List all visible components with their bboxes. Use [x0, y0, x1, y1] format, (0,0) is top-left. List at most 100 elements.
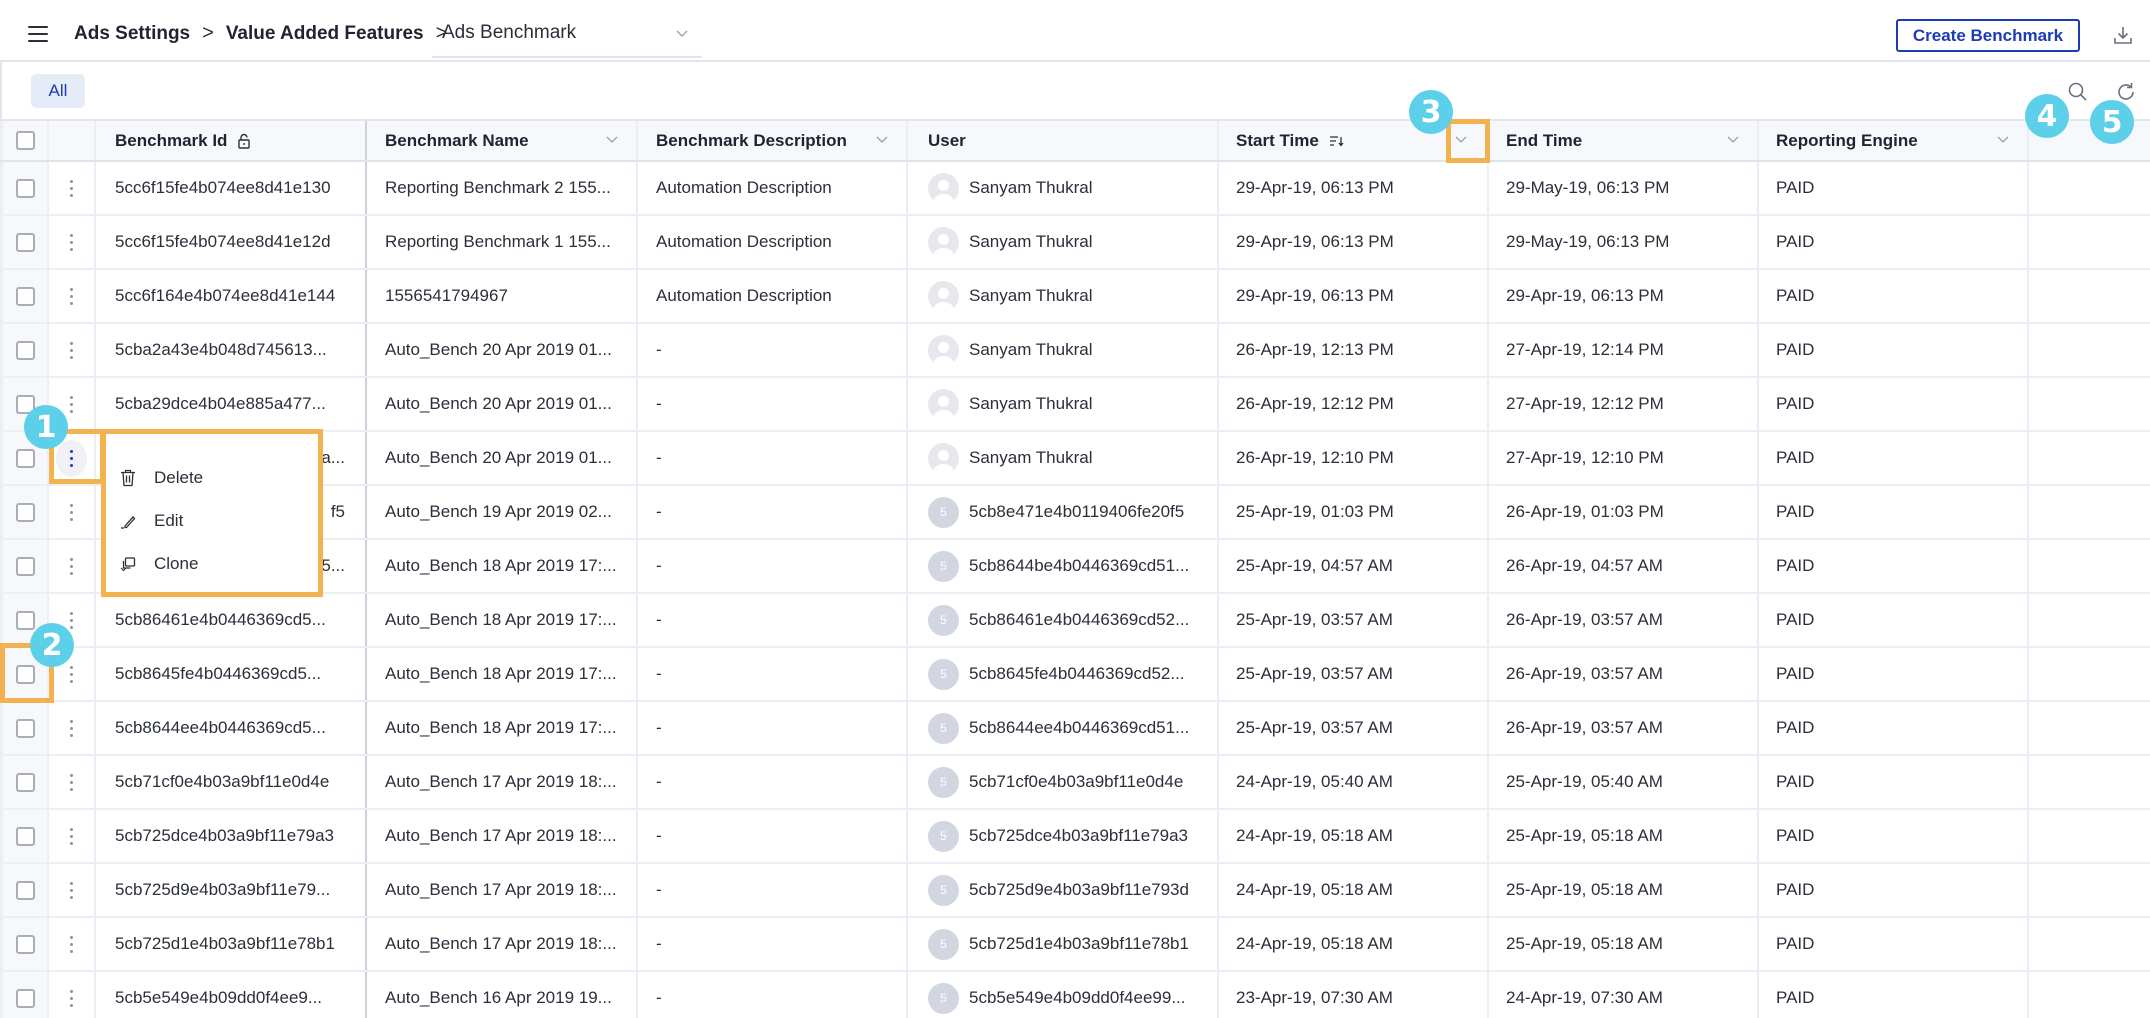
row-checkbox[interactable]	[15, 340, 35, 360]
menu-item-edit[interactable]: Edit	[106, 499, 318, 542]
row-actions-cell	[49, 972, 96, 1018]
filter-chip-all[interactable]: All	[31, 74, 85, 108]
chevron-down-icon[interactable]	[606, 136, 618, 144]
cell-benchmark-id[interactable]: 5cb86461e4b0446369cd5...	[96, 594, 367, 646]
cell-user: 5 5cb5e549e4b09dd0f4ee99...	[908, 972, 1219, 1018]
chevron-down-icon[interactable]	[1997, 136, 2009, 144]
annotation-badge-2: 2	[30, 623, 74, 667]
more-options-icon[interactable]	[62, 660, 81, 689]
row-checkbox[interactable]	[15, 232, 35, 252]
more-options-icon[interactable]	[56, 439, 87, 477]
table-row[interactable]: 5cb86461e4b0446369cd5... Auto_Bench 18 Ap…	[0, 594, 2150, 648]
column-header-benchmark-id[interactable]: Benchmark Id	[96, 121, 367, 160]
table-row[interactable]: 5cc6f15fe4b074ee8d41e12d Reporting Benchm…	[0, 216, 2150, 270]
more-options-icon[interactable]	[62, 552, 81, 581]
row-checkbox[interactable]	[15, 664, 35, 684]
cell-benchmark-id[interactable]: 5cb725d9e4b03a9bf11e79...	[96, 864, 367, 916]
cell-benchmark-id[interactable]: 5cb8644ee4b0446369cd5...	[96, 702, 367, 754]
user-initial-avatar: 5	[928, 874, 959, 906]
header-actions-cell	[49, 121, 96, 160]
row-checkbox[interactable]	[15, 556, 35, 576]
more-options-icon[interactable]	[62, 174, 81, 203]
row-checkbox[interactable]	[15, 286, 35, 306]
cell-benchmark-id[interactable]: 5cb725d1e4b03a9bf11e78b1	[96, 918, 367, 970]
more-options-icon[interactable]	[62, 876, 81, 905]
column-header-end-time[interactable]: End Time	[1489, 121, 1759, 160]
breadcrumb-ads-settings[interactable]: Ads Settings	[74, 23, 190, 45]
table-row[interactable]: 5cb5e549e4b09dd0f4ee9... Auto_Bench 16 Ap…	[0, 972, 2150, 1018]
cell-benchmark-id[interactable]: 5cba29dce4b04e885a477...	[96, 378, 367, 430]
table-row[interactable]: 5cba29dce4b04e885a477... Auto_Bench 20 Ap…	[0, 378, 2150, 432]
cell-reporting-engine: PAID	[1759, 864, 2029, 916]
more-options-icon[interactable]	[62, 714, 81, 743]
cell-reporting-engine: PAID	[1759, 972, 2029, 1018]
select-all-checkbox[interactable]	[15, 131, 35, 150]
row-checkbox[interactable]	[15, 502, 35, 522]
more-options-icon[interactable]	[62, 822, 81, 851]
hamburger-icon[interactable]	[28, 26, 48, 42]
row-checkbox[interactable]	[15, 178, 35, 198]
row-checkbox[interactable]	[15, 988, 35, 1008]
table-row[interactable]: f5 Auto_Bench 19 Apr 2019 02... -5 5cb8e471…	[0, 486, 2150, 540]
row-checkbox[interactable]	[15, 880, 35, 900]
row-checkbox[interactable]	[15, 610, 35, 630]
more-options-icon[interactable]	[62, 282, 81, 311]
table-row[interactable]: 5... Auto_Bench 18 Apr 2019 17:... -5 5cb86…	[0, 540, 2150, 594]
more-options-icon[interactable]	[62, 498, 81, 527]
row-checkbox-cell	[0, 756, 49, 808]
download-icon[interactable]	[2112, 24, 2134, 46]
column-header-user[interactable]: User	[908, 121, 1219, 160]
menu-item-clone[interactable]: Clone	[106, 542, 318, 585]
more-options-icon[interactable]	[62, 768, 81, 797]
row-checkbox-cell	[0, 540, 49, 592]
table-row[interactable]: 5cb8644ee4b0446369cd5... Auto_Bench 18 Ap…	[0, 702, 2150, 756]
cell-benchmark-id[interactable]: 5cb5e549e4b09dd0f4ee9...	[96, 972, 367, 1018]
cell-benchmark-description: -	[638, 918, 908, 970]
more-options-icon[interactable]	[62, 930, 81, 959]
table-row[interactable]: 5cc6f164e4b074ee8d41e144 1556541794967 Aut…	[0, 270, 2150, 324]
more-options-icon[interactable]	[62, 228, 81, 257]
more-options-icon[interactable]	[62, 336, 81, 365]
column-header-start-time[interactable]: Start Time	[1219, 121, 1489, 160]
table-row[interactable]: 5cb8645fe4b0446369cd5... Auto_Bench 18 Ap…	[0, 648, 2150, 702]
cell-benchmark-id[interactable]: 5cc6f15fe4b074ee8d41e130	[96, 162, 367, 214]
column-header-reporting-engine[interactable]: Reporting Engine	[1759, 121, 2029, 160]
cell-start-time: 24-Apr-19, 05:18 AM	[1219, 810, 1489, 862]
sort-descending-icon[interactable]	[1329, 135, 1345, 147]
column-header-benchmark-name[interactable]: Benchmark Name	[367, 121, 638, 160]
row-actions-cell	[49, 918, 96, 970]
table-row[interactable]: 5cb725d1e4b03a9bf11e78b1 Auto_Bench 17 Ap…	[0, 918, 2150, 972]
cell-benchmark-id[interactable]: 5cb725dce4b03a9bf11e79a3	[96, 810, 367, 862]
cell-benchmark-id[interactable]: 5cb8645fe4b0446369cd5...	[96, 648, 367, 700]
row-checkbox[interactable]	[15, 826, 35, 846]
column-header-benchmark-description[interactable]: Benchmark Description	[638, 121, 908, 160]
more-options-icon[interactable]	[62, 390, 81, 419]
user-name: 5cb8645fe4b0446369cd52...	[969, 664, 1185, 683]
search-icon[interactable]	[2066, 80, 2090, 104]
more-options-icon[interactable]	[62, 984, 81, 1013]
table-row[interactable]: 5cc6f15fe4b074ee8d41e130 Reporting Benchm…	[0, 162, 2150, 216]
chevron-down-icon[interactable]	[876, 136, 888, 144]
table-row[interactable]: 5cb71cf0e4b03a9bf11e0d4e Auto_Bench 17 Ap…	[0, 756, 2150, 810]
cell-benchmark-id[interactable]: 5cc6f164e4b074ee8d41e144	[96, 270, 367, 322]
table-row[interactable]: 5cb725d9e4b03a9bf11e79... Auto_Bench 17 A…	[0, 864, 2150, 918]
page-select-dropdown[interactable]: Ads Benchmark	[432, 14, 702, 58]
table-row[interactable]: 5cba2a43e4b048d745613... Auto_Bench 20 Ap…	[0, 324, 2150, 378]
cell-benchmark-id[interactable]: 5cc6f15fe4b074ee8d41e12d	[96, 216, 367, 268]
row-checkbox[interactable]	[15, 718, 35, 738]
row-checkbox[interactable]	[15, 772, 35, 792]
chevron-down-icon[interactable]	[1727, 136, 1739, 144]
cell-start-time: 25-Apr-19, 03:57 AM	[1219, 594, 1489, 646]
cell-benchmark-id[interactable]: 5cba2a43e4b048d745613...	[96, 324, 367, 376]
user-initial-avatar: 5	[928, 604, 959, 636]
row-checkbox[interactable]	[15, 448, 35, 468]
menu-item-delete[interactable]: Delete	[106, 456, 318, 499]
create-benchmark-button[interactable]: Create Benchmark	[1896, 19, 2080, 52]
cell-end-time: 25-Apr-19, 05:18 AM	[1489, 918, 1759, 970]
cell-benchmark-id[interactable]: 5cb71cf0e4b03a9bf11e0d4e	[96, 756, 367, 808]
table-row[interactable]: a... Auto_Bench 20 Apr 2019 01... - Sanyam …	[0, 432, 2150, 486]
breadcrumb-value-added-features[interactable]: Value Added Features	[226, 23, 424, 45]
table-row[interactable]: 5cb725dce4b03a9bf11e79a3 Auto_Bench 17 Ap…	[0, 810, 2150, 864]
row-checkbox[interactable]	[15, 934, 35, 954]
chevron-down-icon[interactable]	[1455, 136, 1467, 144]
